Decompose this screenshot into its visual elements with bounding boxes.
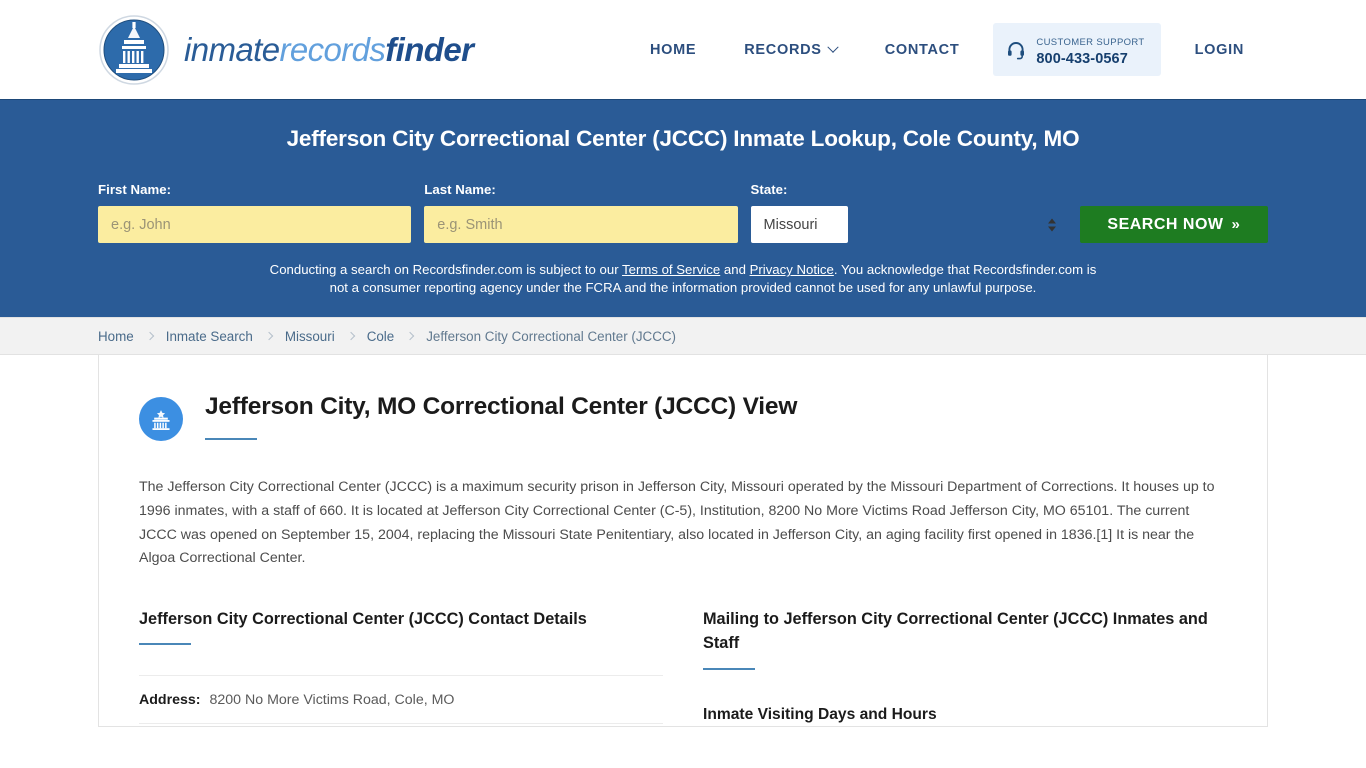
support-phone[interactable]: 800-433-0567 bbox=[1036, 51, 1128, 67]
nav-label-home: HOME bbox=[649, 41, 697, 58]
state-label: State: bbox=[750, 182, 788, 197]
contact-accent-underline bbox=[139, 643, 191, 646]
headset-icon bbox=[1006, 40, 1026, 60]
address-value: 8200 No More Victims Road, Cole, MO bbox=[209, 692, 455, 709]
search-disclaimer: Conducting a search on Recordsfinder.com… bbox=[261, 261, 1106, 297]
chevron-right-icon bbox=[264, 332, 274, 341]
privacy-notice-link[interactable]: Privacy Notice bbox=[750, 262, 834, 277]
mailing-accent-underline bbox=[703, 667, 755, 670]
search-now-button[interactable]: SEARCH NOW » bbox=[1079, 206, 1268, 243]
breadcrumb-item-missouri[interactable]: Missouri bbox=[285, 329, 335, 344]
chevron-down-icon bbox=[827, 41, 839, 53]
facility-content-card: Jefferson City, MO Correctional Center (… bbox=[98, 355, 1268, 728]
nav-item-home[interactable]: HOME bbox=[626, 42, 720, 58]
chevron-right-icon bbox=[405, 332, 415, 341]
main-navigation: HOME RECORDS CONTACT CUSTOMER SUPPORT 80… bbox=[626, 22, 1268, 77]
breadcrumb-bar: Home Inmate Search Missouri Cole Jeffers… bbox=[0, 317, 1366, 356]
inmate-search-form: First Name: Last Name: State: Missouri S… bbox=[98, 182, 1268, 243]
page-title: Jefferson City Correctional Center (JCCC… bbox=[286, 126, 1080, 151]
facility-description: The Jefferson City Correctional Center (… bbox=[139, 479, 1215, 567]
site-logo[interactable]: inmaterecordsfinder bbox=[98, 14, 474, 86]
facility-title-row: Jefferson City, MO Correctional Center (… bbox=[139, 393, 1227, 442]
last-name-field-group: Last Name: bbox=[424, 182, 738, 243]
first-name-label: First Name: bbox=[98, 182, 172, 197]
visiting-hours-heading: Inmate Visiting Days and Hours bbox=[703, 705, 937, 723]
last-name-label: Last Name: bbox=[424, 182, 496, 197]
state-field-group: State: Missouri bbox=[750, 182, 1067, 243]
table-row: Address: 8200 No More Victims Road, Cole… bbox=[139, 676, 663, 725]
double-chevron-right-icon: » bbox=[1231, 216, 1241, 233]
search-button-label: SEARCH NOW bbox=[1107, 215, 1224, 233]
breadcrumb-item-home[interactable]: Home bbox=[98, 329, 134, 344]
nav-item-login[interactable]: LOGIN bbox=[1171, 42, 1268, 58]
page-body: Jefferson City, MO Correctional Center (… bbox=[0, 355, 1366, 728]
mailing-heading: Mailing to Jefferson City Correctional C… bbox=[703, 609, 1208, 653]
heading-accent-underline bbox=[205, 438, 257, 441]
support-label: CUSTOMER SUPPORT bbox=[1036, 36, 1145, 48]
capitol-dome-icon bbox=[98, 14, 170, 86]
address-label: Address: bbox=[139, 692, 201, 709]
breadcrumb-item-inmate-search[interactable]: Inmate Search bbox=[166, 329, 253, 344]
chevron-right-icon bbox=[346, 332, 355, 341]
customer-support-box[interactable]: CUSTOMER SUPPORT 800-433-0567 bbox=[993, 22, 1161, 77]
nav-item-contact[interactable]: CONTACT bbox=[861, 42, 984, 58]
hero-search-section: Jefferson City Correctional Center (JCCC… bbox=[0, 99, 1366, 318]
breadcrumb: Home Inmate Search Missouri Cole Jeffers… bbox=[98, 329, 676, 344]
facility-heading: Jefferson City, MO Correctional Center (… bbox=[205, 393, 798, 421]
last-name-input[interactable] bbox=[424, 206, 738, 243]
first-name-input[interactable] bbox=[98, 206, 412, 243]
brand-part-records: records bbox=[279, 31, 386, 68]
brand-wordmark: inmaterecordsfinder bbox=[184, 31, 474, 68]
nav-label-login: LOGIN bbox=[1194, 41, 1244, 58]
chevron-right-icon bbox=[145, 332, 154, 341]
disclaimer-text-2: and bbox=[720, 262, 750, 277]
contact-details-table: Address: 8200 No More Victims Road, Cole… bbox=[139, 675, 663, 725]
contact-details-heading: Jefferson City Correctional Center (JCCC… bbox=[139, 609, 587, 628]
brand-part-inmate: inmate bbox=[184, 31, 280, 68]
site-header: inmaterecordsfinder HOME RECORDS CONTACT… bbox=[0, 0, 1366, 99]
first-name-field-group: First Name: bbox=[98, 182, 412, 243]
nav-item-records[interactable]: RECORDS bbox=[720, 41, 860, 58]
mailing-column: Mailing to Jefferson City Correctional C… bbox=[703, 607, 1227, 724]
state-select[interactable]: Missouri bbox=[750, 206, 848, 243]
facility-columns: Jefferson City Correctional Center (JCCC… bbox=[139, 607, 1227, 725]
breadcrumb-current: Jefferson City Correctional Center (JCCC… bbox=[426, 328, 677, 344]
contact-details-column: Jefferson City Correctional Center (JCCC… bbox=[139, 607, 663, 725]
nav-label-records: RECORDS bbox=[744, 41, 822, 58]
terms-of-service-link[interactable]: Terms of Service bbox=[622, 262, 720, 277]
brand-part-finder: finder bbox=[385, 31, 474, 68]
breadcrumb-item-cole[interactable]: Cole bbox=[367, 329, 395, 344]
disclaimer-text-1: Conducting a search on Recordsfinder.com… bbox=[269, 262, 623, 277]
prison-building-icon bbox=[139, 397, 183, 442]
nav-label-contact: CONTACT bbox=[884, 41, 960, 58]
select-stepper-icon bbox=[1047, 218, 1056, 231]
